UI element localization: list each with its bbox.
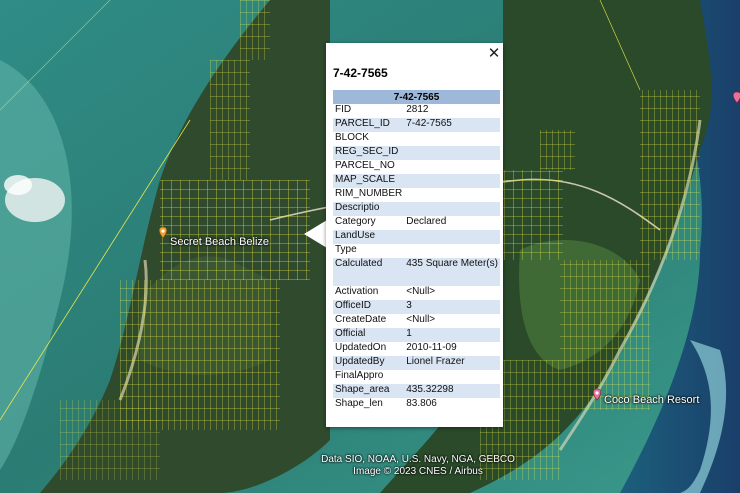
attribute-name: UpdatedOn [335, 342, 387, 353]
attribute-name: PARCEL_NO [335, 160, 395, 171]
attribute-value: 7-42-7565 [404, 118, 500, 132]
table-row: FID 2812 [333, 104, 500, 118]
table-row: Activation <Null> [333, 286, 500, 300]
attribute-name: UpdatedBy [333, 356, 405, 370]
attribute-value [404, 160, 500, 174]
parcel-grid-right-4 [560, 260, 650, 410]
attribute-value: Declared [406, 216, 447, 227]
attribute-value [404, 202, 500, 216]
table-row: LandUse [333, 230, 500, 244]
map-attribution: Data SIO, NOAA, U.S. Navy, NGA, GEBCO Im… [313, 454, 523, 478]
attribute-value: 83.806 [406, 398, 437, 409]
parcel-grid-left-5 [60, 400, 160, 480]
place-label-secret-beach[interactable]: Secret Beach Belize [170, 236, 269, 248]
table-row: Official 1 [333, 328, 500, 342]
attribute-value [404, 370, 500, 384]
attribute-value [404, 230, 500, 244]
attribute-name: Activation [335, 286, 379, 297]
attribute-value: <Null> [406, 286, 436, 297]
attribute-name: CreateDate [335, 314, 387, 325]
parcel-grid-left-3 [210, 60, 250, 180]
attribute-name: LandUse [333, 230, 405, 244]
attribute-value [404, 244, 500, 258]
attribute-value [404, 146, 500, 160]
cloud-small [4, 175, 32, 195]
popup-pointer [304, 220, 327, 248]
attribute-name: FinalAppro [335, 370, 384, 381]
attribute-value: 2812 [406, 104, 429, 115]
popup-title: 7-42-7565 [333, 66, 388, 80]
close-icon[interactable]: ✕ [486, 44, 502, 62]
attribute-name: PARCEL_ID [333, 118, 405, 132]
table-row: FinalAppro [333, 370, 500, 384]
table-row: BLOCK [333, 132, 500, 146]
parcel-grid-right-3 [640, 90, 700, 260]
attribute-name: BLOCK [335, 132, 369, 143]
table-row: UpdatedOn 2010-11-09 [333, 342, 500, 356]
attribute-value: 2010-11-09 [406, 342, 457, 353]
attribution-data: Data SIO, NOAA, U.S. Navy, NGA, GEBCO [321, 454, 515, 465]
attribute-value [404, 132, 500, 146]
attribute-name: Category [335, 216, 376, 227]
attribute-table: 7-42-7565 FID 2812 PARCEL_ID 7-42-7565 BLOCK… [333, 90, 500, 412]
table-row: Type [333, 244, 500, 258]
attribute-value: 3 [404, 300, 500, 314]
attribute-name: REG_SEC_ID [333, 146, 405, 160]
attribute-name: Calculated [333, 258, 405, 286]
parcel-grid-left-4 [240, 0, 270, 60]
attribute-name: Type [335, 244, 357, 255]
table-row: Shape_len 83.806 [333, 398, 500, 412]
attribute-value: <Null> [406, 314, 436, 325]
table-row: PARCEL_NO [333, 160, 500, 174]
table-row: OfficeID 3 [333, 300, 500, 314]
table-row: RIM_NUMBER [333, 188, 500, 202]
attribute-name: Shape_len [335, 398, 383, 409]
attribute-value: 435 Square Meter(s) [404, 258, 500, 286]
attribute-name: FID [335, 104, 352, 115]
attribute-name: Descriptio [333, 202, 405, 216]
attribute-name: Official [333, 328, 405, 342]
attribute-value: 1 [404, 328, 500, 342]
table-row: UpdatedBy Lionel Frazer [333, 356, 500, 370]
attribute-name: MAP_SCALE [333, 174, 405, 188]
table-row: Calculated 435 Square Meter(s) [333, 258, 500, 286]
table-row: Category Declared [333, 216, 500, 230]
attribute-value: 435.32298 [404, 384, 500, 398]
table-row: CreateDate <Null> [333, 314, 500, 328]
attribute-value [404, 188, 500, 202]
attribute-name: OfficeID [333, 300, 405, 314]
table-row: REG_SEC_ID [333, 146, 500, 160]
place-label-coco-beach[interactable]: Coco Beach Resort [604, 394, 699, 406]
attribute-value: Lionel Frazer [404, 356, 500, 370]
attribution-image: Image © 2023 CNES / Airbus [353, 466, 483, 477]
attribute-value [404, 174, 500, 188]
parcel-grid-right-2 [540, 130, 575, 170]
table-row: Descriptio [333, 202, 500, 216]
attribute-name: RIM_NUMBER [335, 188, 403, 199]
attribute-name: Shape_area [333, 384, 405, 398]
parcel-grid-right-1 [503, 170, 563, 260]
table-row: PARCEL_ID 7-42-7565 [333, 118, 500, 132]
parcel-grid-left-1 [160, 180, 310, 280]
table-row: MAP_SCALE [333, 174, 500, 188]
table-header: 7-42-7565 [333, 90, 500, 104]
table-row: Shape_area 435.32298 [333, 384, 500, 398]
